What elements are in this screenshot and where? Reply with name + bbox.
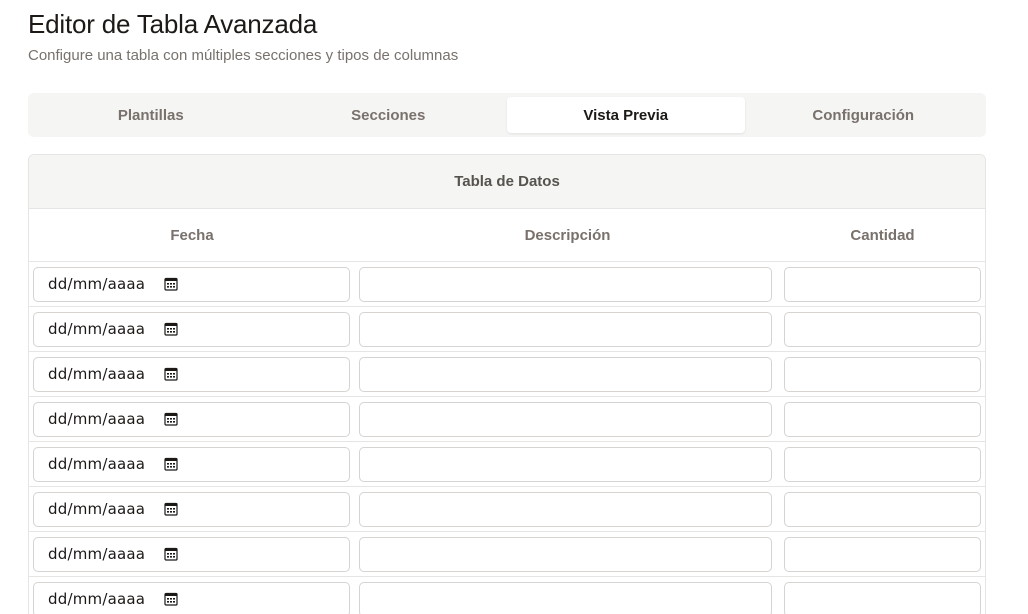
descripcion-input[interactable] [359,311,772,347]
date-field[interactable]: dd/mm/aaaa [33,356,350,392]
cantidad-input[interactable] [784,311,981,347]
date-placeholder: dd/mm/aaaa [48,410,146,428]
table-body: dd/mm/aaaa dd/mm/aaaa dd/mm/aaaa dd/mm/a… [29,262,985,614]
fecha-cell: dd/mm/aaaa [29,352,355,397]
date-field[interactable]: dd/mm/aaaa [33,491,350,527]
fecha-cell: dd/mm/aaaa [29,487,355,532]
descripcion-cell [355,487,780,532]
descripcion-input[interactable] [359,266,772,302]
date-field[interactable]: dd/mm/aaaa [33,446,350,482]
column-header-fecha: Fecha [170,226,214,244]
cantidad-cell [780,532,985,577]
tab-vista-previa[interactable]: Vista Previa [507,97,745,133]
descripcion-input[interactable] [359,401,772,437]
page: Editor de Tabla Avanzada Configure una t… [0,0,1028,614]
table-header-row: Fecha Descripción Cantidad [29,209,985,262]
tab-plantillas[interactable]: Plantillas [32,97,270,133]
cantidad-cell [780,577,985,614]
page-title: Editor de Tabla Avanzada [28,9,318,39]
fecha-cell: dd/mm/aaaa [29,262,355,307]
table-row: dd/mm/aaaa [29,307,985,352]
calendar-icon[interactable] [164,277,178,291]
descripcion-input[interactable] [359,536,772,572]
date-field[interactable]: dd/mm/aaaa [33,581,350,614]
tab-secciones[interactable]: Secciones [270,97,508,133]
cantidad-input[interactable] [784,356,981,392]
fecha-cell: dd/mm/aaaa [29,532,355,577]
fecha-cell: dd/mm/aaaa [29,307,355,352]
cantidad-input[interactable] [784,401,981,437]
calendar-icon[interactable] [164,547,178,561]
cantidad-cell [780,352,985,397]
data-table-card: Tabla de Datos Fecha Descripción Cantida… [28,154,986,614]
calendar-icon[interactable] [164,367,178,381]
calendar-icon[interactable] [164,502,178,516]
table-row: dd/mm/aaaa [29,352,985,397]
calendar-icon[interactable] [164,412,178,426]
descripcion-cell [355,307,780,352]
date-field[interactable]: dd/mm/aaaa [33,536,350,572]
cantidad-cell [780,307,985,352]
date-placeholder: dd/mm/aaaa [48,590,146,608]
descripcion-input[interactable] [359,581,772,614]
table-row: dd/mm/aaaa [29,577,985,614]
descripcion-input[interactable] [359,356,772,392]
date-placeholder: dd/mm/aaaa [48,500,146,518]
cantidad-input[interactable] [784,266,981,302]
descripcion-cell [355,577,780,614]
column-header-descripcion: Descripción [524,226,611,244]
fecha-cell: dd/mm/aaaa [29,397,355,442]
cantidad-cell [780,442,985,487]
tab-configuracion[interactable]: Configuración [745,97,983,133]
descripcion-input[interactable] [359,446,772,482]
date-placeholder: dd/mm/aaaa [48,545,146,563]
date-placeholder: dd/mm/aaaa [48,455,146,473]
date-field[interactable]: dd/mm/aaaa [33,311,350,347]
descripcion-cell [355,442,780,487]
cantidad-cell [780,397,985,442]
date-field[interactable]: dd/mm/aaaa [33,266,350,302]
calendar-icon[interactable] [164,457,178,471]
descripcion-cell [355,352,780,397]
fecha-cell: dd/mm/aaaa [29,442,355,487]
fecha-cell: dd/mm/aaaa [29,577,355,614]
descripcion-cell [355,532,780,577]
date-placeholder: dd/mm/aaaa [48,320,146,338]
cantidad-cell [780,262,985,307]
cantidad-input[interactable] [784,491,981,527]
cantidad-input[interactable] [784,581,981,614]
table-row: dd/mm/aaaa [29,487,985,532]
descripcion-cell [355,262,780,307]
calendar-icon[interactable] [164,322,178,336]
calendar-icon[interactable] [164,592,178,606]
table-row: dd/mm/aaaa [29,262,985,307]
descripcion-cell [355,397,780,442]
page-subtitle: Configure una tabla con múltiples seccio… [28,47,459,64]
tab-bar: Plantillas Secciones Vista Previa Config… [28,93,986,137]
column-header-cantidad: Cantidad [850,226,915,244]
cantidad-cell [780,487,985,532]
table-row: dd/mm/aaaa [29,532,985,577]
table-row: dd/mm/aaaa [29,397,985,442]
date-placeholder: dd/mm/aaaa [48,275,146,293]
table-row: dd/mm/aaaa [29,442,985,487]
cantidad-input[interactable] [784,446,981,482]
date-placeholder: dd/mm/aaaa [48,365,146,383]
date-field[interactable]: dd/mm/aaaa [33,401,350,437]
table-title: Tabla de Datos [29,155,985,209]
cantidad-input[interactable] [784,536,981,572]
descripcion-input[interactable] [359,491,772,527]
